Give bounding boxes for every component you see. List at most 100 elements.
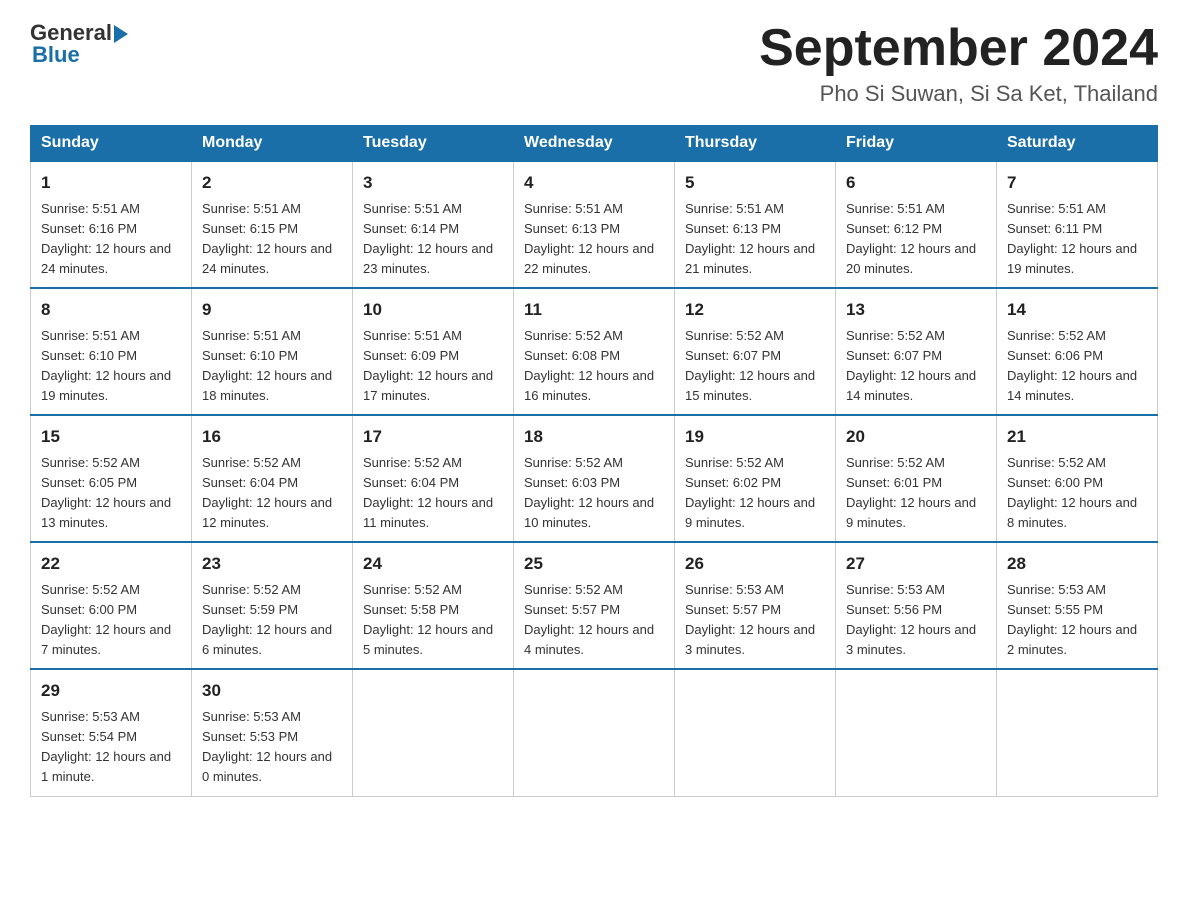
calendar-cell: 21 Sunrise: 5:52 AMSunset: 6:00 PMDayligh…	[997, 415, 1158, 542]
day-number: 23	[202, 551, 342, 577]
day-info: Sunrise: 5:53 AMSunset: 5:57 PMDaylight:…	[685, 580, 825, 661]
header-friday: Friday	[836, 126, 997, 162]
day-info: Sunrise: 5:52 AMSunset: 6:04 PMDaylight:…	[202, 453, 342, 534]
calendar-cell: 14 Sunrise: 5:52 AMSunset: 6:06 PMDayligh…	[997, 288, 1158, 415]
day-info: Sunrise: 5:52 AMSunset: 6:07 PMDaylight:…	[685, 326, 825, 407]
calendar-cell: 1 Sunrise: 5:51 AMSunset: 6:16 PMDaylight…	[31, 161, 192, 288]
day-info: Sunrise: 5:52 AMSunset: 6:08 PMDaylight:…	[524, 326, 664, 407]
day-info: Sunrise: 5:52 AMSunset: 6:02 PMDaylight:…	[685, 453, 825, 534]
calendar-cell: 10 Sunrise: 5:51 AMSunset: 6:09 PMDayligh…	[353, 288, 514, 415]
calendar-cell: 7 Sunrise: 5:51 AMSunset: 6:11 PMDaylight…	[997, 161, 1158, 288]
calendar-cell: 29 Sunrise: 5:53 AMSunset: 5:54 PMDayligh…	[31, 669, 192, 796]
day-info: Sunrise: 5:51 AMSunset: 6:10 PMDaylight:…	[41, 326, 181, 407]
calendar-cell: 12Sunrise: 5:52 AMSunset: 6:07 PMDayligh…	[675, 288, 836, 415]
calendar-cell: 19 Sunrise: 5:52 AMSunset: 6:02 PMDayligh…	[675, 415, 836, 542]
calendar-cell	[836, 669, 997, 796]
day-info: Sunrise: 5:51 AMSunset: 6:11 PMDaylight:…	[1007, 199, 1147, 280]
calendar-cell: 13 Sunrise: 5:52 AMSunset: 6:07 PMDayligh…	[836, 288, 997, 415]
day-number: 24	[363, 551, 503, 577]
day-number: 15	[41, 424, 181, 450]
day-number: 25	[524, 551, 664, 577]
header-sunday: Sunday	[31, 126, 192, 162]
day-info: Sunrise: 5:51 AMSunset: 6:10 PMDaylight:…	[202, 326, 342, 407]
title-block: September 2024 Pho Si Suwan, Si Sa Ket, …	[759, 20, 1158, 107]
calendar-cell: 9 Sunrise: 5:51 AMSunset: 6:10 PMDaylight…	[192, 288, 353, 415]
day-info: Sunrise: 5:53 AMSunset: 5:54 PMDaylight:…	[41, 707, 181, 788]
day-number: 7	[1007, 170, 1147, 196]
day-info: Sunrise: 5:52 AMSunset: 6:00 PMDaylight:…	[1007, 453, 1147, 534]
calendar-subtitle: Pho Si Suwan, Si Sa Ket, Thailand	[759, 81, 1158, 107]
day-info: Sunrise: 5:51 AMSunset: 6:09 PMDaylight:…	[363, 326, 503, 407]
day-number: 10	[363, 297, 503, 323]
calendar-cell: 3Sunrise: 5:51 AMSunset: 6:14 PMDaylight…	[353, 161, 514, 288]
day-number: 19	[685, 424, 825, 450]
calendar-cell: 11 Sunrise: 5:52 AMSunset: 6:08 PMDayligh…	[514, 288, 675, 415]
header-wednesday: Wednesday	[514, 126, 675, 162]
day-info: Sunrise: 5:51 AMSunset: 6:13 PMDaylight:…	[685, 199, 825, 280]
calendar-week-row: 8 Sunrise: 5:51 AMSunset: 6:10 PMDaylight…	[31, 288, 1158, 415]
day-number: 29	[41, 678, 181, 704]
calendar-cell: 26 Sunrise: 5:53 AMSunset: 5:57 PMDayligh…	[675, 542, 836, 669]
day-info: Sunrise: 5:52 AMSunset: 6:07 PMDaylight:…	[846, 326, 986, 407]
day-number: 4	[524, 170, 664, 196]
calendar-cell: 25 Sunrise: 5:52 AMSunset: 5:57 PMDayligh…	[514, 542, 675, 669]
day-info: Sunrise: 5:52 AMSunset: 5:57 PMDaylight:…	[524, 580, 664, 661]
day-number: 14	[1007, 297, 1147, 323]
day-number: 6	[846, 170, 986, 196]
day-number: 16	[202, 424, 342, 450]
day-info: Sunrise: 5:52 AMSunset: 6:01 PMDaylight:…	[846, 453, 986, 534]
day-number: 22	[41, 551, 181, 577]
day-number: 3	[363, 170, 503, 196]
day-info: Sunrise: 5:52 AMSunset: 5:59 PMDaylight:…	[202, 580, 342, 661]
day-number: 26	[685, 551, 825, 577]
header-tuesday: Tuesday	[353, 126, 514, 162]
day-info: Sunrise: 5:51 AMSunset: 6:16 PMDaylight:…	[41, 199, 181, 280]
calendar-cell: 4 Sunrise: 5:51 AMSunset: 6:13 PMDaylight…	[514, 161, 675, 288]
day-number: 21	[1007, 424, 1147, 450]
day-info: Sunrise: 5:51 AMSunset: 6:12 PMDaylight:…	[846, 199, 986, 280]
calendar-cell: 27Sunrise: 5:53 AMSunset: 5:56 PMDayligh…	[836, 542, 997, 669]
day-info: Sunrise: 5:52 AMSunset: 6:05 PMDaylight:…	[41, 453, 181, 534]
calendar-week-row: 15 Sunrise: 5:52 AMSunset: 6:05 PMDayligh…	[31, 415, 1158, 542]
calendar-cell: 30Sunrise: 5:53 AMSunset: 5:53 PMDayligh…	[192, 669, 353, 796]
calendar-week-row: 22 Sunrise: 5:52 AMSunset: 6:00 PMDayligh…	[31, 542, 1158, 669]
day-number: 8	[41, 297, 181, 323]
day-info: Sunrise: 5:51 AMSunset: 6:13 PMDaylight:…	[524, 199, 664, 280]
day-number: 1	[41, 170, 181, 196]
day-number: 28	[1007, 551, 1147, 577]
day-info: Sunrise: 5:52 AMSunset: 6:06 PMDaylight:…	[1007, 326, 1147, 407]
calendar-cell: 5Sunrise: 5:51 AMSunset: 6:13 PMDaylight…	[675, 161, 836, 288]
header-saturday: Saturday	[997, 126, 1158, 162]
header-monday: Monday	[192, 126, 353, 162]
header-thursday: Thursday	[675, 126, 836, 162]
calendar-cell: 22 Sunrise: 5:52 AMSunset: 6:00 PMDayligh…	[31, 542, 192, 669]
calendar-cell	[675, 669, 836, 796]
day-number: 11	[524, 297, 664, 323]
day-info: Sunrise: 5:52 AMSunset: 6:04 PMDaylight:…	[363, 453, 503, 534]
calendar-cell: 6 Sunrise: 5:51 AMSunset: 6:12 PMDaylight…	[836, 161, 997, 288]
day-number: 30	[202, 678, 342, 704]
calendar-cell: 17 Sunrise: 5:52 AMSunset: 6:04 PMDayligh…	[353, 415, 514, 542]
day-info: Sunrise: 5:52 AMSunset: 6:00 PMDaylight:…	[41, 580, 181, 661]
calendar-cell: 8 Sunrise: 5:51 AMSunset: 6:10 PMDaylight…	[31, 288, 192, 415]
calendar-header-row: SundayMondayTuesdayWednesdayThursdayFrid…	[31, 126, 1158, 162]
day-number: 2	[202, 170, 342, 196]
calendar-cell: 18Sunrise: 5:52 AMSunset: 6:03 PMDayligh…	[514, 415, 675, 542]
day-info: Sunrise: 5:51 AMSunset: 6:15 PMDaylight:…	[202, 199, 342, 280]
calendar-table: SundayMondayTuesdayWednesdayThursdayFrid…	[30, 125, 1158, 796]
day-number: 17	[363, 424, 503, 450]
day-number: 27	[846, 551, 986, 577]
calendar-cell	[514, 669, 675, 796]
day-info: Sunrise: 5:53 AMSunset: 5:55 PMDaylight:…	[1007, 580, 1147, 661]
calendar-cell: 2 Sunrise: 5:51 AMSunset: 6:15 PMDaylight…	[192, 161, 353, 288]
page-header: General Blue September 2024 Pho Si Suwan…	[30, 20, 1158, 107]
day-number: 13	[846, 297, 986, 323]
day-info: Sunrise: 5:52 AMSunset: 6:03 PMDaylight:…	[524, 453, 664, 534]
calendar-cell: 28 Sunrise: 5:53 AMSunset: 5:55 PMDayligh…	[997, 542, 1158, 669]
calendar-cell: 16 Sunrise: 5:52 AMSunset: 6:04 PMDayligh…	[192, 415, 353, 542]
calendar-week-row: 29 Sunrise: 5:53 AMSunset: 5:54 PMDayligh…	[31, 669, 1158, 796]
day-number: 20	[846, 424, 986, 450]
calendar-cell: 15 Sunrise: 5:52 AMSunset: 6:05 PMDayligh…	[31, 415, 192, 542]
day-number: 9	[202, 297, 342, 323]
calendar-week-row: 1 Sunrise: 5:51 AMSunset: 6:16 PMDaylight…	[31, 161, 1158, 288]
